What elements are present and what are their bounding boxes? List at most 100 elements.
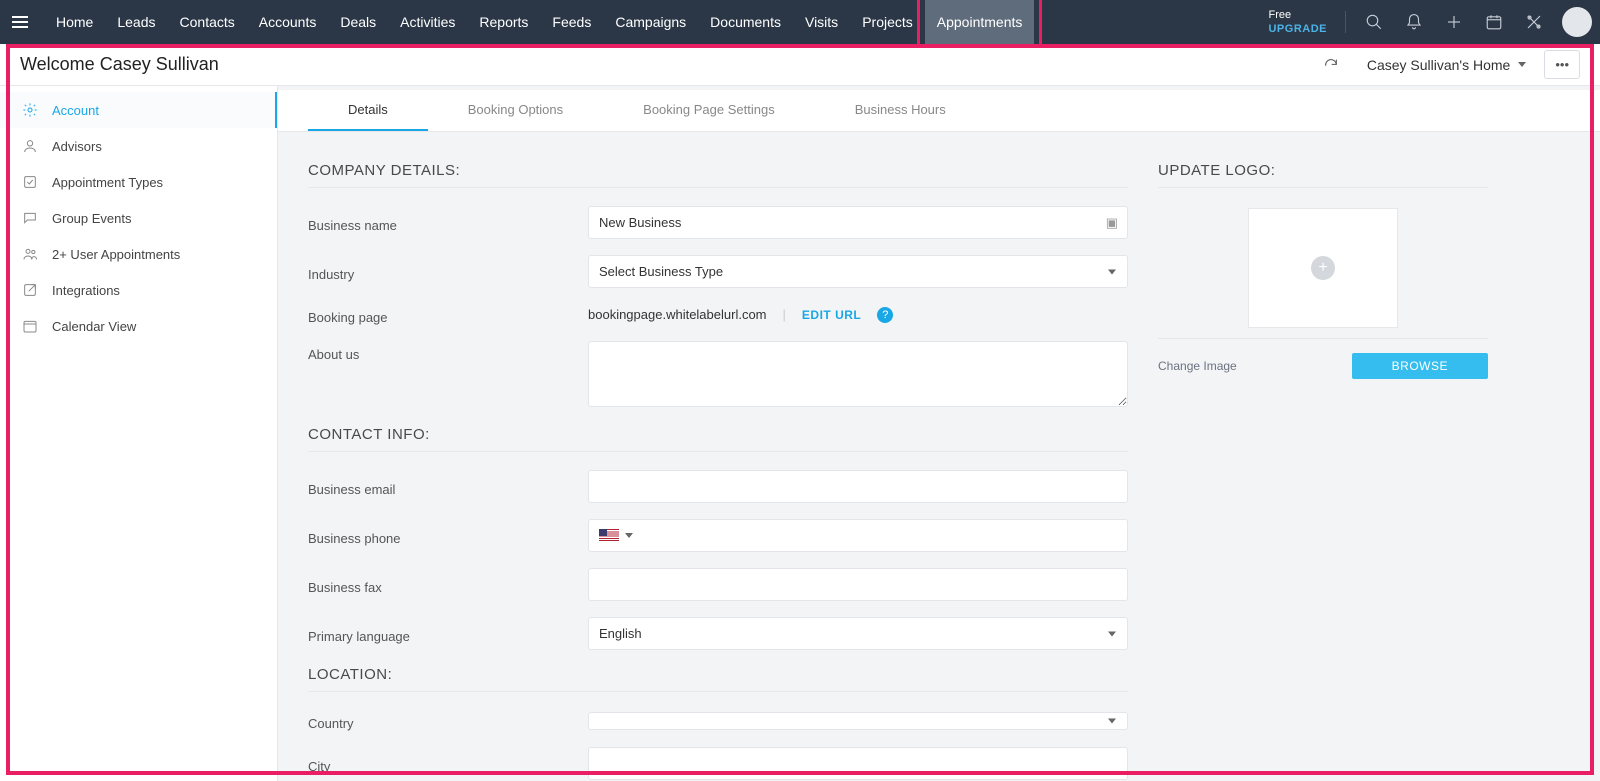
nav-right: Free UPGRADE bbox=[1268, 0, 1592, 44]
nav-appointments-label: Appointments bbox=[937, 14, 1023, 30]
content: Details Booking Options Booking Page Set… bbox=[278, 86, 1600, 781]
industry-select[interactable]: Select Business Type bbox=[588, 255, 1128, 288]
help-icon[interactable]: ? bbox=[877, 307, 893, 323]
label-industry: Industry bbox=[308, 261, 588, 282]
nav-projects[interactable]: Projects bbox=[850, 0, 925, 44]
nav-visits[interactable]: Visits bbox=[793, 0, 850, 44]
label-about-us: About us bbox=[308, 341, 588, 362]
home-dropdown-label: Casey Sullivan's Home bbox=[1367, 57, 1511, 73]
nav-appointments[interactable]: Appointments bbox=[925, 0, 1035, 44]
sidebar-label: Account bbox=[52, 103, 99, 118]
chat-icon bbox=[22, 210, 38, 226]
subheader: Welcome Casey Sullivan Casey Sullivan's … bbox=[0, 44, 1600, 86]
divider bbox=[308, 691, 1128, 692]
tab-details[interactable]: Details bbox=[308, 90, 428, 131]
label-primary-language: Primary language bbox=[308, 623, 588, 644]
nav-divider bbox=[1345, 11, 1346, 33]
tools-icon[interactable] bbox=[1516, 4, 1552, 40]
label-business-fax: Business fax bbox=[308, 574, 588, 595]
calendar-icon[interactable] bbox=[1476, 4, 1512, 40]
flag-us-icon[interactable] bbox=[599, 529, 619, 542]
sidebar-item-group-events[interactable]: Group Events bbox=[0, 200, 277, 236]
label-country: Country bbox=[308, 710, 588, 731]
chevron-down-icon bbox=[1518, 62, 1526, 67]
sidebar-item-appointment-types[interactable]: Appointment Types bbox=[0, 164, 277, 200]
chevron-down-icon bbox=[625, 533, 633, 538]
tabs: Details Booking Options Booking Page Set… bbox=[278, 90, 1600, 132]
section-contact: CONTACT INFO: bbox=[308, 426, 1128, 443]
label-business-phone: Business phone bbox=[308, 525, 588, 546]
sidebar: Account Advisors Appointment Types Group… bbox=[0, 86, 278, 781]
tab-booking-options[interactable]: Booking Options bbox=[428, 90, 603, 131]
section-location: LOCATION: bbox=[308, 666, 1128, 683]
sidebar-item-integrations[interactable]: Integrations bbox=[0, 272, 277, 308]
more-button[interactable]: ••• bbox=[1544, 50, 1580, 79]
refresh-icon[interactable] bbox=[1323, 57, 1339, 73]
nav-campaigns[interactable]: Campaigns bbox=[603, 0, 698, 44]
nav-contacts[interactable]: Contacts bbox=[168, 0, 247, 44]
upgrade-link[interactable]: UPGRADE bbox=[1268, 22, 1327, 36]
sidebar-item-advisors[interactable]: Advisors bbox=[0, 128, 277, 164]
nav-feeds[interactable]: Feeds bbox=[540, 0, 603, 44]
sidebar-item-account[interactable]: Account bbox=[0, 92, 277, 128]
primary-language-select[interactable]: English bbox=[588, 617, 1128, 650]
sidebar-label: Advisors bbox=[52, 139, 102, 154]
welcome-text: Welcome Casey Sullivan bbox=[20, 54, 219, 75]
search-icon[interactable] bbox=[1356, 4, 1392, 40]
nav-deals[interactable]: Deals bbox=[328, 0, 388, 44]
browse-button[interactable]: BROWSE bbox=[1352, 353, 1488, 379]
change-image-label: Change Image bbox=[1158, 359, 1237, 373]
nav-home[interactable]: Home bbox=[44, 0, 105, 44]
nav-accounts[interactable]: Accounts bbox=[247, 0, 329, 44]
nav-leads[interactable]: Leads bbox=[105, 0, 167, 44]
divider bbox=[308, 451, 1128, 452]
sidebar-label: 2+ User Appointments bbox=[52, 247, 180, 262]
info-icon[interactable]: ▣ bbox=[1106, 215, 1118, 231]
sidebar-label: Group Events bbox=[52, 211, 132, 226]
user-icon bbox=[22, 138, 38, 154]
business-fax-input[interactable] bbox=[588, 568, 1128, 601]
tab-business-hours[interactable]: Business Hours bbox=[815, 90, 986, 131]
about-us-textarea[interactable] bbox=[588, 341, 1128, 407]
gear-icon bbox=[22, 102, 38, 118]
country-select[interactable] bbox=[588, 712, 1128, 730]
edit-url-link[interactable]: EDIT URL bbox=[802, 308, 861, 322]
label-city: City bbox=[308, 753, 588, 774]
divider bbox=[1158, 187, 1488, 188]
sidebar-item-calendar-view[interactable]: Calendar View bbox=[0, 308, 277, 344]
bell-icon[interactable] bbox=[1396, 4, 1432, 40]
external-icon bbox=[22, 282, 38, 298]
section-update-logo: UPDATE LOGO: bbox=[1158, 162, 1488, 179]
nav-documents[interactable]: Documents bbox=[698, 0, 793, 44]
tab-booking-page-settings[interactable]: Booking Page Settings bbox=[603, 90, 815, 131]
plus-icon[interactable] bbox=[1436, 4, 1472, 40]
phone-input-wrap[interactable] bbox=[588, 519, 1128, 552]
calendar-icon bbox=[22, 318, 38, 334]
sidebar-label: Calendar View bbox=[52, 319, 136, 334]
label-booking-page: Booking page bbox=[308, 304, 588, 325]
chevron-down-icon bbox=[1108, 718, 1116, 723]
chevron-down-icon bbox=[1108, 631, 1116, 636]
booking-url-text: bookingpage.whitelabelurl.com bbox=[588, 307, 767, 322]
plus-icon: + bbox=[1311, 256, 1335, 280]
home-dropdown[interactable]: Casey Sullivan's Home bbox=[1359, 53, 1535, 77]
business-phone-input[interactable] bbox=[639, 526, 1117, 545]
business-email-input[interactable] bbox=[588, 470, 1128, 503]
business-name-input[interactable] bbox=[588, 206, 1128, 239]
chevron-down-icon bbox=[1108, 269, 1116, 274]
nav-activities[interactable]: Activities bbox=[388, 0, 467, 44]
sidebar-item-user-appointments[interactable]: 2+ User Appointments bbox=[0, 236, 277, 272]
avatar[interactable] bbox=[1562, 7, 1592, 37]
label-business-name: Business name bbox=[308, 212, 588, 233]
sidebar-label: Appointment Types bbox=[52, 175, 163, 190]
nav-reports[interactable]: Reports bbox=[467, 0, 540, 44]
separator: | bbox=[783, 307, 786, 322]
plan-free-label: Free bbox=[1268, 8, 1327, 22]
plan-block: Free UPGRADE bbox=[1268, 8, 1327, 37]
hamburger-icon[interactable] bbox=[12, 12, 32, 32]
nav-items: Home Leads Contacts Accounts Deals Activ… bbox=[44, 0, 1034, 44]
logo-upload-box[interactable]: + bbox=[1248, 208, 1398, 328]
city-input[interactable] bbox=[588, 747, 1128, 780]
sidebar-label: Integrations bbox=[52, 283, 120, 298]
label-business-email: Business email bbox=[308, 476, 588, 497]
